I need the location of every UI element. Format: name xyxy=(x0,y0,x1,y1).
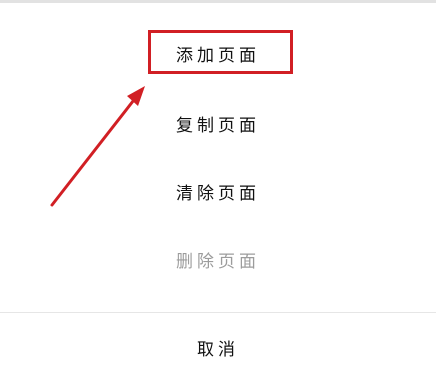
copy-page-label: 复制页面 xyxy=(176,115,260,136)
cancel-button[interactable]: 取消 xyxy=(0,325,436,369)
bottom-divider xyxy=(0,312,436,313)
delete-page-label: 删除页面 xyxy=(176,251,260,272)
action-sheet: 添加页面 复制页面 清除页面 删除页面 取消 xyxy=(0,3,436,371)
add-page-item[interactable]: 添加页面 xyxy=(0,31,436,75)
clear-page-label: 清除页面 xyxy=(176,183,260,204)
add-page-label: 添加页面 xyxy=(176,45,260,66)
clear-page-item[interactable]: 清除页面 xyxy=(0,169,436,213)
delete-page-item: 删除页面 xyxy=(0,237,436,281)
cancel-label: 取消 xyxy=(197,339,239,360)
copy-page-item[interactable]: 复制页面 xyxy=(0,101,436,145)
